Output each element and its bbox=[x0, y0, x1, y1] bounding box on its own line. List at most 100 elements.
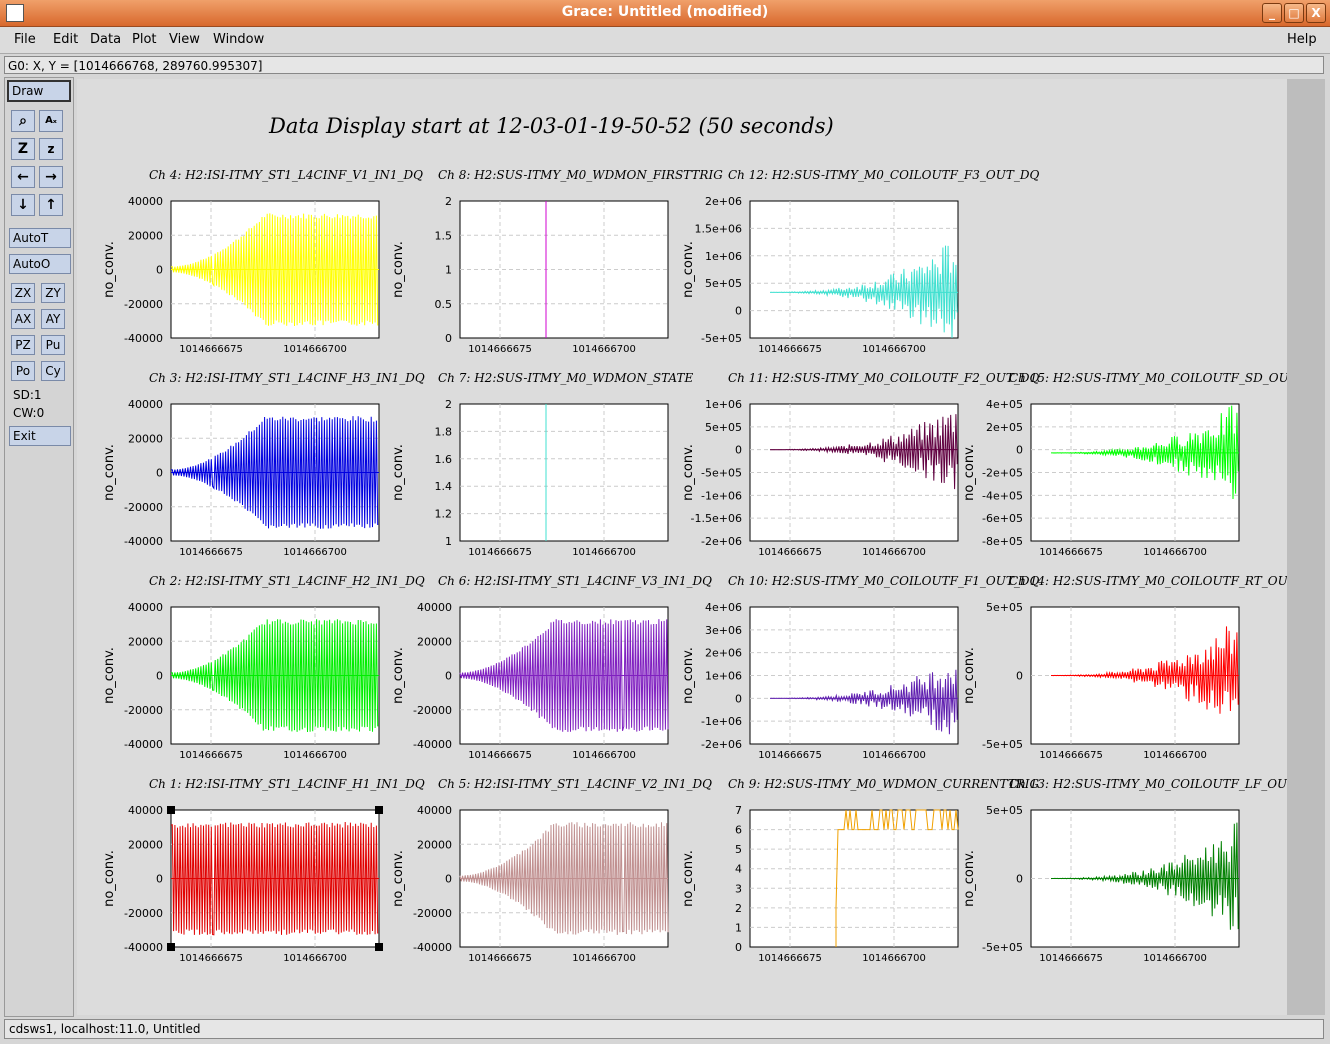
y-tick-label: 40000 bbox=[128, 398, 163, 411]
plot-frame bbox=[749, 809, 959, 948]
plot-4[interactable]: Ch 3: H2:ISI-ITMY_ST1_L4CINF_H3_IN1_DQ 40… bbox=[102, 371, 425, 558]
graph-page[interactable]: Data Display start at 12-03-01-19-50-52 … bbox=[77, 79, 1322, 1015]
plot-7[interactable]: Ch 15: H2:SUS-ITMY_M0_COILOUTF_SD_OUT_DQ… bbox=[962, 371, 1322, 558]
text-label-icon[interactable]: Aₓ bbox=[39, 110, 63, 132]
y-tick-label: 2 bbox=[445, 398, 452, 411]
sd-status: SD:1 bbox=[13, 388, 42, 402]
plot-title: Ch 9: H2:SUS-ITMY_M0_WDMON_CURRENTTRIG bbox=[728, 777, 1039, 791]
plots-svg[interactable]: Data Display start at 12-03-01-19-50-52 … bbox=[77, 79, 1322, 1015]
autoo-button[interactable]: AutoO bbox=[9, 254, 71, 274]
zoom-in-z-icon[interactable]: Z bbox=[11, 138, 35, 160]
pu-button[interactable]: Pu bbox=[41, 335, 65, 355]
autot-button[interactable]: AutoT bbox=[9, 228, 71, 248]
y-axis-label: no_conv. bbox=[102, 444, 117, 501]
plot-11[interactable]: Ch 14: H2:SUS-ITMY_M0_COILOUTF_RT_OUT_DQ… bbox=[962, 574, 1321, 761]
y-tick-label: -40000 bbox=[124, 332, 163, 345]
selection-handle[interactable] bbox=[375, 943, 383, 951]
y-tick-label: -6e+05 bbox=[982, 512, 1023, 525]
zoom-out-z-icon[interactable]: z bbox=[39, 138, 63, 160]
plot-title: Ch 12: H2:SUS-ITMY_M0_COILOUTF_F3_OUT_DQ bbox=[728, 168, 1039, 182]
y-tick-label: 4 bbox=[735, 863, 742, 876]
y-axis-label: no_conv. bbox=[681, 850, 696, 907]
plot-2[interactable]: Ch 8: H2:SUS-ITMY_M0_WDMON_FIRSTTRIG 2 1.5… bbox=[391, 168, 723, 355]
arrow-left-icon[interactable]: ← bbox=[11, 166, 35, 188]
plot-frame bbox=[459, 403, 669, 542]
x-tick-label: 1014666700 bbox=[862, 953, 926, 964]
y-tick-label: -40000 bbox=[124, 738, 163, 751]
arrow-down-icon[interactable]: ↓ bbox=[11, 194, 35, 216]
y-tick-label: 0 bbox=[156, 264, 163, 277]
y-tick-label: 40000 bbox=[128, 601, 163, 614]
draw-button[interactable]: Draw bbox=[7, 80, 71, 102]
y-axis-label: no_conv. bbox=[962, 850, 977, 907]
y-tick-label: 4e+06 bbox=[705, 601, 742, 614]
zoom-icon[interactable]: ⌕ bbox=[11, 110, 35, 132]
plot-9[interactable]: Ch 6: H2:ISI-ITMY_ST1_L4CINF_V3_IN1_DQ 40… bbox=[391, 574, 712, 761]
y-axis-label: no_conv. bbox=[102, 850, 117, 907]
y-tick-label: 0 bbox=[156, 467, 163, 480]
ay-button[interactable]: AY bbox=[41, 309, 65, 329]
y-tick-label: -5e+05 bbox=[701, 332, 742, 345]
plot-1[interactable]: Ch 4: H2:ISI-ITMY_ST1_L4CINF_V1_IN1_DQ 40… bbox=[102, 168, 423, 355]
y-tick-label: -40000 bbox=[413, 941, 452, 954]
window-titlebar[interactable]: Grace: Untitled (modified) _ □ X bbox=[0, 0, 1330, 27]
y-tick-label: -20000 bbox=[413, 704, 452, 717]
arrow-up-icon[interactable]: ↑ bbox=[39, 194, 63, 216]
selection-handle[interactable] bbox=[167, 943, 175, 951]
y-tick-label: 3e+06 bbox=[705, 624, 742, 637]
plot-title: Ch 14: H2:SUS-ITMY_M0_COILOUTF_RT_OUT_DQ bbox=[1009, 574, 1287, 588]
y-tick-label: -20000 bbox=[413, 907, 452, 920]
x-tick-label: 1014666700 bbox=[862, 344, 926, 355]
plot-5[interactable]: Ch 7: H2:SUS-ITMY_M0_WDMON_STATE 2 1.8 1.6 1… bbox=[391, 371, 693, 558]
cy-button[interactable]: Cy bbox=[41, 361, 65, 381]
y-tick-label: -2e+06 bbox=[701, 535, 742, 548]
plot-title: Ch 13: H2:SUS-ITMY_M0_COILOUTF_LF_OUT_DQ bbox=[1009, 777, 1287, 791]
y-tick-label: 40000 bbox=[417, 804, 452, 817]
po-button[interactable]: Po bbox=[11, 361, 35, 381]
menu-data[interactable]: Data bbox=[90, 32, 121, 47]
arrow-right-icon[interactable]: → bbox=[39, 166, 63, 188]
graph-canvas-area[interactable]: Data Display start at 12-03-01-19-50-52 … bbox=[77, 79, 1325, 1015]
plot-title: Ch 6: H2:ISI-ITMY_ST1_L4CINF_V3_IN1_DQ bbox=[438, 574, 712, 588]
menu-view[interactable]: View bbox=[169, 32, 200, 47]
plot-title: Ch 2: H2:ISI-ITMY_ST1_L4CINF_H2_IN1_DQ bbox=[149, 574, 425, 588]
x-tick-label: 1014666700 bbox=[572, 344, 636, 355]
menu-window[interactable]: Window bbox=[213, 32, 264, 47]
plot-3[interactable]: Ch 12: H2:SUS-ITMY_M0_COILOUTF_F3_OUT_DQ… bbox=[681, 168, 1039, 355]
plot-15[interactable]: Ch 13: H2:SUS-ITMY_M0_COILOUTF_LF_OUT_DQ… bbox=[962, 777, 1321, 964]
y-axis-label: no_conv. bbox=[391, 444, 406, 501]
x-tick-label: 1014666675 bbox=[758, 953, 822, 964]
y-tick-label: -8e+05 bbox=[982, 535, 1023, 548]
maximize-button[interactable]: □ bbox=[1284, 3, 1304, 23]
y-tick-label: 1 bbox=[445, 264, 452, 277]
x-tick-label: 1014666675 bbox=[179, 547, 243, 558]
menu-file[interactable]: File bbox=[14, 32, 36, 47]
menubar: File Edit Data Plot View Window Help bbox=[0, 27, 1330, 54]
y-tick-label: -2e+05 bbox=[982, 467, 1023, 480]
ax-button[interactable]: AX bbox=[11, 309, 35, 329]
y-tick-label: -5e+05 bbox=[982, 941, 1023, 954]
y-tick-label: 20000 bbox=[128, 229, 163, 242]
x-tick-label: 1014666675 bbox=[468, 547, 532, 558]
selection-handle[interactable] bbox=[375, 806, 383, 814]
close-button[interactable]: X bbox=[1306, 3, 1326, 23]
x-tick-label: 1014666675 bbox=[179, 953, 243, 964]
y-tick-label: -40000 bbox=[124, 941, 163, 954]
plot-8[interactable]: Ch 2: H2:ISI-ITMY_ST1_L4CINF_H2_IN1_DQ 40… bbox=[102, 574, 425, 761]
zy-button[interactable]: ZY bbox=[41, 283, 65, 303]
x-tick-label: 1014666675 bbox=[468, 344, 532, 355]
y-tick-label: 0.5 bbox=[435, 298, 453, 311]
plot-13[interactable]: Ch 5: H2:ISI-ITMY_ST1_L4CINF_V2_IN1_DQ 40… bbox=[391, 777, 712, 964]
menu-plot[interactable]: Plot bbox=[132, 32, 157, 47]
x-tick-label: 1014666700 bbox=[283, 750, 347, 761]
selection-handle[interactable] bbox=[167, 806, 175, 814]
x-tick-label: 1014666675 bbox=[758, 547, 822, 558]
pz-button[interactable]: PZ bbox=[11, 335, 35, 355]
exit-button[interactable]: Exit bbox=[9, 426, 71, 446]
zx-button[interactable]: ZX bbox=[11, 283, 35, 303]
minimize-button[interactable]: _ bbox=[1262, 3, 1282, 23]
y-tick-label: -5e+05 bbox=[701, 467, 742, 480]
menu-help[interactable]: Help bbox=[1287, 32, 1317, 47]
plot-12[interactable]: Ch 1: H2:ISI-ITMY_ST1_L4CINF_H1_IN1_DQ 40… bbox=[102, 777, 425, 964]
menu-edit[interactable]: Edit bbox=[53, 32, 78, 47]
